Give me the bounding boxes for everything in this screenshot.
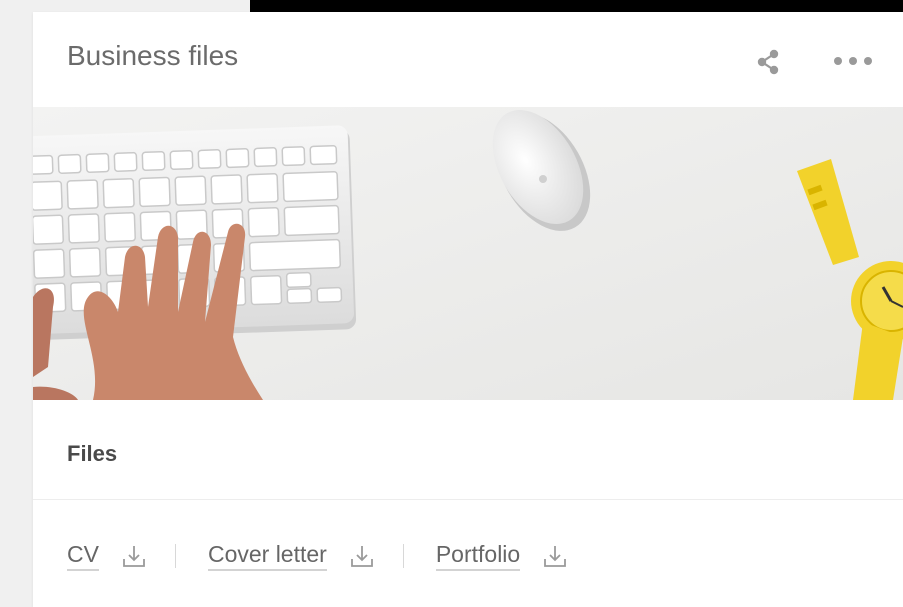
download-icon[interactable]	[542, 543, 568, 569]
business-files-card: Business files Files CV Cover letter Por…	[33, 12, 903, 607]
more-horizontal-icon	[834, 57, 872, 65]
more-options-button[interactable]	[828, 46, 878, 76]
file-link-portfolio[interactable]: Portfolio	[435, 541, 521, 571]
files-section-title: Files	[67, 441, 118, 466]
card-header: Business files	[33, 12, 903, 107]
share-button[interactable]	[750, 44, 786, 80]
file-list: CV Cover letter Portfolio	[67, 536, 568, 576]
desk-photo	[33, 107, 903, 400]
card-title: Business files	[67, 40, 239, 71]
file-link-cover-letter[interactable]: Cover letter	[207, 541, 327, 571]
file-separator	[174, 544, 176, 568]
section-divider	[33, 499, 903, 500]
hero-image	[33, 107, 903, 400]
download-icon[interactable]	[349, 543, 375, 569]
download-icon[interactable]	[121, 543, 147, 569]
file-link-cv[interactable]: CV	[67, 541, 99, 571]
file-separator	[402, 544, 404, 568]
share-icon	[757, 49, 779, 75]
